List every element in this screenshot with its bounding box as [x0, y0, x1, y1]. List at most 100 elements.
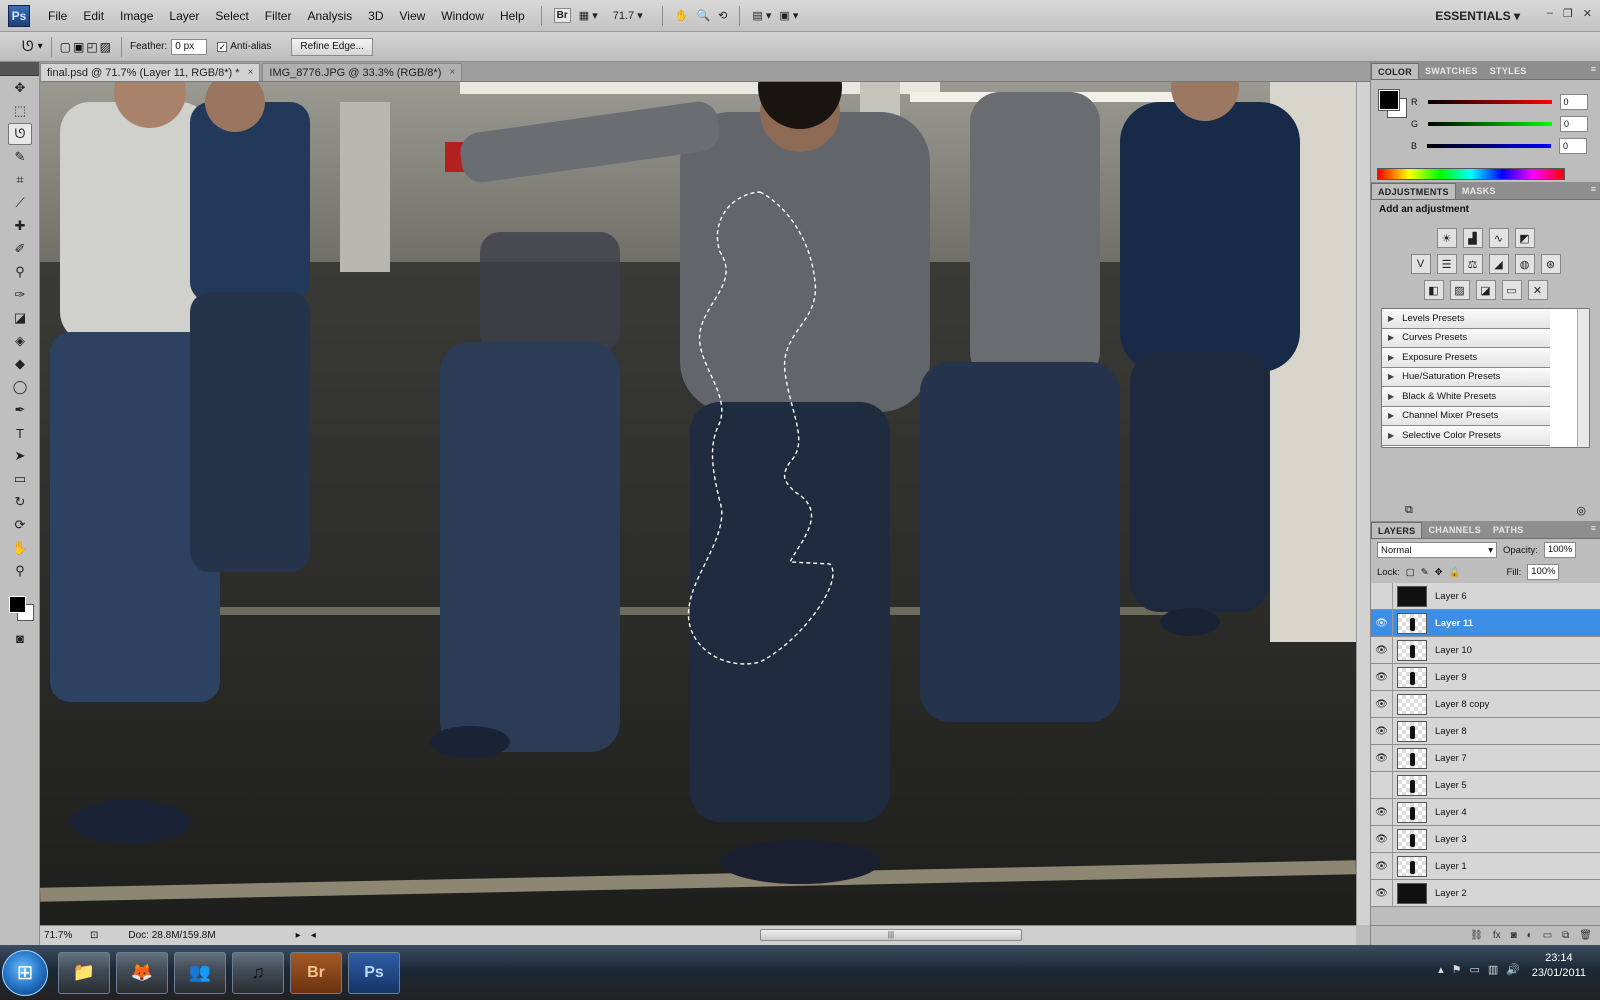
marquee-tool-icon[interactable]: ⬚ — [8, 100, 32, 122]
menu-image[interactable]: Image — [112, 9, 161, 23]
blur-tool-icon[interactable]: ◆ — [8, 353, 32, 375]
brightness-contrast-icon[interactable]: ☀ — [1436, 228, 1457, 248]
crop-tool-icon[interactable]: ⌗ — [8, 169, 32, 191]
lasso-tool-preset-icon[interactable]: ᘎ — [22, 38, 34, 55]
path-selection-tool-icon[interactable]: ➤ — [8, 445, 32, 467]
close-icon[interactable]: × — [449, 67, 455, 78]
taskbar-explorer[interactable]: 📁 — [58, 951, 110, 994]
taskbar-itunes[interactable]: ♫ — [232, 951, 284, 994]
tray-arrow-icon[interactable]: ▴ — [1438, 963, 1444, 976]
layer-style-icon[interactable]: fx — [1493, 930, 1501, 941]
menu-analysis[interactable]: Analysis — [299, 9, 360, 23]
menu-filter[interactable]: Filter — [257, 9, 300, 23]
quick-selection-tool-icon[interactable]: ✎ — [8, 146, 32, 168]
presets-scrollbar[interactable] — [1577, 309, 1589, 447]
adjustment-options-icon[interactable]: ◎ — [1576, 504, 1586, 517]
tab-channels[interactable]: CHANNELS — [1422, 522, 1486, 538]
feather-input[interactable]: 0 px — [171, 38, 208, 55]
layer-row[interactable]: 👁 Layer 8 — [1371, 717, 1600, 745]
close-icon[interactable]: × — [248, 67, 254, 78]
curves-icon[interactable]: ∿ — [1488, 228, 1509, 248]
horizontal-scrollbar-thumb[interactable]: ||| — [760, 929, 1022, 941]
layer-row[interactable]: 👁 Layer 10 — [1371, 636, 1600, 664]
red-slider[interactable] — [1427, 100, 1552, 104]
opacity-input[interactable]: 100% — [1543, 542, 1576, 558]
layer-row-selected[interactable]: 👁 Layer 11 — [1371, 609, 1600, 637]
layer-row[interactable]: 👁 Layer 3 — [1371, 825, 1600, 853]
panel-menu-icon[interactable]: ≡ — [1591, 64, 1596, 74]
green-value[interactable]: 0 — [1560, 116, 1589, 132]
tab-layers[interactable]: LAYERS — [1371, 522, 1423, 538]
color-balance-icon[interactable]: ⚖ — [1462, 254, 1483, 274]
black-white-icon[interactable]: ◢ — [1488, 254, 1509, 274]
layer-row[interactable]: 👁 Layer 7 — [1371, 744, 1600, 772]
tray-volume-icon[interactable]: 🔊 — [1506, 963, 1520, 976]
new-layer-icon[interactable]: ⧉ — [1562, 930, 1569, 941]
taskbar-photoshop[interactable]: Ps — [348, 951, 400, 994]
close-icon[interactable]: ✕ — [1583, 7, 1592, 20]
minimize-icon[interactable]: – — [1547, 7, 1553, 20]
panel-menu-icon[interactable]: ≡ — [1591, 523, 1596, 533]
visibility-icon[interactable]: 👁 — [1371, 744, 1393, 772]
visibility-icon[interactable] — [1371, 771, 1393, 799]
foreground-color[interactable] — [9, 596, 26, 613]
eraser-tool-icon[interactable]: ◪ — [8, 307, 32, 329]
3d-orbit-tool-icon[interactable]: ⟳ — [8, 514, 32, 536]
clip-to-layer-icon[interactable]: ⧉ — [1405, 504, 1413, 517]
vertical-scrollbar[interactable] — [1356, 82, 1370, 925]
visibility-icon[interactable]: 👁 — [1371, 690, 1393, 718]
new-group-icon[interactable]: ▭ — [1543, 930, 1552, 941]
red-value[interactable]: 0 — [1559, 94, 1588, 110]
menu-layer[interactable]: Layer — [161, 9, 207, 23]
tab-styles[interactable]: STYLES — [1484, 63, 1533, 79]
restore-icon[interactable]: ❐ — [1563, 7, 1573, 20]
menu-select[interactable]: Select — [207, 9, 256, 23]
tab-paths[interactable]: PATHS — [1487, 522, 1530, 538]
tab-final-psd[interactable]: final.psd @ 71.7% (Layer 11, RGB/8*) * × — [40, 63, 261, 81]
preset-black-white[interactable]: ▶ Black & White Presets — [1382, 387, 1550, 407]
scroll-left-icon[interactable]: ◂ — [311, 930, 316, 941]
layer-row[interactable]: 👁 Layer 8 copy — [1371, 690, 1600, 718]
menu-window[interactable]: Window — [433, 9, 492, 23]
zoom-tool-button[interactable]: 🔍 — [692, 6, 714, 26]
gradient-map-icon[interactable]: ▭ — [1501, 280, 1522, 300]
type-tool-icon[interactable]: T — [8, 422, 32, 444]
status-icon[interactable]: ⊡ — [90, 930, 98, 941]
photo-filter-icon[interactable]: ◍ — [1514, 254, 1535, 274]
rotate-view-button[interactable]: ⟲ — [714, 6, 731, 26]
channel-mixer-icon[interactable]: ⊛ — [1540, 254, 1561, 274]
brush-tool-icon[interactable]: ✐ — [8, 238, 32, 260]
tab-adjustments[interactable]: ADJUSTMENTS — [1371, 183, 1456, 199]
preset-levels[interactable]: ▶ Levels Presets — [1382, 309, 1550, 329]
history-brush-tool-icon[interactable]: ✑ — [8, 284, 32, 306]
tab-masks[interactable]: MASKS — [1456, 183, 1502, 199]
anti-alias-checkbox[interactable]: ✓ — [217, 41, 228, 52]
lock-position-icon[interactable]: ✥ — [1435, 567, 1443, 578]
link-layers-icon[interactable]: ⛓ — [1470, 930, 1483, 941]
view-extras-button[interactable]: ▦ ▾ — [575, 6, 602, 26]
status-zoom[interactable]: 71.7% — [40, 930, 80, 941]
posterize-icon[interactable]: ▨ — [1449, 280, 1470, 300]
tray-network-icon[interactable]: ▥ — [1488, 963, 1498, 976]
visibility-icon[interactable]: 👁 — [1371, 636, 1393, 664]
screen-mode-button[interactable]: ▣ ▾ — [775, 6, 802, 26]
workspace-switcher[interactable]: ESSENTIALS ▾ — [1435, 9, 1520, 23]
pen-tool-icon[interactable]: ✒ — [8, 399, 32, 421]
visibility-icon[interactable]: 👁 — [1371, 879, 1393, 907]
add-mask-icon[interactable]: ◙ — [1511, 930, 1517, 941]
tools-panel-header[interactable] — [0, 62, 39, 76]
panel-menu-icon[interactable]: ≡ — [1591, 184, 1596, 194]
layer-row[interactable]: Layer 5 — [1371, 771, 1600, 799]
fill-input[interactable]: 100% — [1527, 564, 1560, 580]
paint-bucket-tool-icon[interactable]: ◈ — [8, 330, 32, 352]
move-tool-icon[interactable]: ✥ — [8, 77, 32, 99]
foreground-color-swatch[interactable] — [1378, 89, 1400, 111]
launch-bridge-button[interactable]: Br — [550, 6, 575, 26]
hand-tool-button[interactable]: ✋ — [671, 6, 693, 26]
zoom-tool-icon[interactable]: ⚲ — [8, 560, 32, 582]
zoom-level-select[interactable]: 71.7 ▾ — [602, 6, 654, 26]
menu-help[interactable]: Help — [492, 9, 533, 23]
delete-layer-icon[interactable]: 🗑 — [1579, 930, 1592, 941]
lasso-tool-icon[interactable]: ᘎ — [8, 123, 32, 145]
menu-edit[interactable]: Edit — [75, 9, 112, 23]
